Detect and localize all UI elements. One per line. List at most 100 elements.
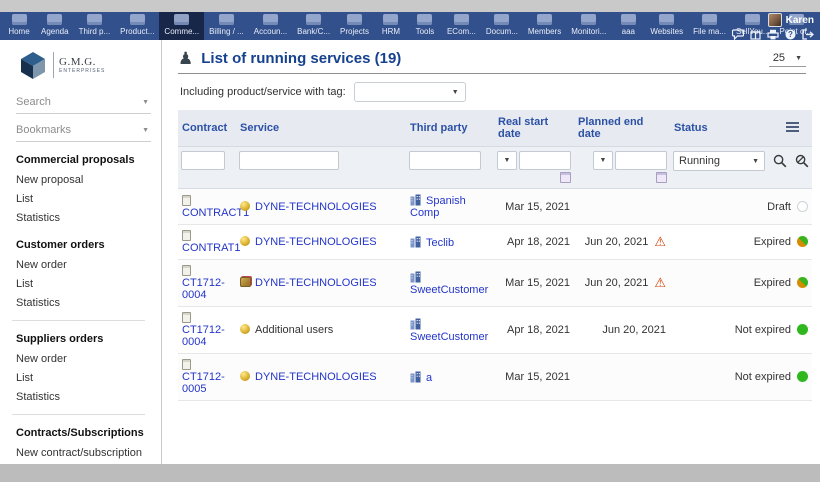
tag-filter-select[interactable]: ▼ xyxy=(354,82,466,102)
menu-documents[interactable]: Docum... xyxy=(481,12,523,40)
menu-products[interactable]: Product... xyxy=(115,12,159,40)
svg-text:?: ? xyxy=(788,30,793,39)
sidebar-item-orders-statistics[interactable]: Statistics xyxy=(16,293,151,312)
column-selector-icon[interactable] xyxy=(786,122,799,132)
window-bottom-strip xyxy=(0,464,820,482)
warning-icon: ⚠ xyxy=(654,275,666,290)
menu-commerce[interactable]: Comme... xyxy=(159,12,204,40)
contract-icon xyxy=(182,312,191,323)
user-name[interactable]: Karen xyxy=(786,15,814,26)
gift-icon[interactable] xyxy=(750,29,761,40)
company-subname: ENTERPRISES xyxy=(59,68,105,74)
start-date-filter-input[interactable] xyxy=(519,151,571,170)
sidebar-item-orders-list[interactable]: List xyxy=(16,274,151,293)
service-link[interactable]: DYNE-TECHNOLOGIES xyxy=(255,236,377,248)
col-header-planned-end-date[interactable]: Planned end date xyxy=(574,110,670,147)
tools-icon xyxy=(417,14,432,25)
contract-link[interactable]: CT1712-0004 xyxy=(182,324,225,348)
file-manager-icon xyxy=(702,14,717,25)
menu-agenda[interactable]: Agenda xyxy=(36,12,74,40)
menu-home[interactable]: Home xyxy=(2,12,36,40)
status-dot-expired xyxy=(797,236,808,247)
col-header-service[interactable]: Service xyxy=(236,110,406,147)
menu-billing[interactable]: Billing / ... xyxy=(204,12,249,40)
service-name: Additional users xyxy=(255,324,333,336)
section-suppliers-orders: Suppliers orders xyxy=(16,333,151,345)
sidebar-item-new-proposal[interactable]: New proposal xyxy=(16,170,151,189)
sidebar-divider xyxy=(12,414,145,415)
service-link[interactable]: DYNE-TECHNOLOGIES xyxy=(255,201,377,213)
clear-filters-icon[interactable] xyxy=(795,154,809,168)
menu-third-parties[interactable]: Third p... xyxy=(74,12,116,40)
menu-projects[interactable]: Projects xyxy=(335,12,374,40)
sidebar-item-proposals-statistics[interactable]: Statistics xyxy=(16,208,151,227)
sidebar-bookmarks-dropdown[interactable]: Bookmarks ▼ xyxy=(16,118,151,142)
menu-bank[interactable]: Bank/C... xyxy=(292,12,335,40)
table-row: CONTRAT1 DYNE-TECHNOLOGIES Teclib Apr 18… xyxy=(178,225,812,260)
menu-members[interactable]: Members xyxy=(523,12,566,40)
sidebar-item-supplier-orders-list[interactable]: List xyxy=(16,368,151,387)
avatar[interactable] xyxy=(768,13,782,27)
page-size-select[interactable]: 25 ▼ xyxy=(769,50,806,67)
menu-monitoring[interactable]: Monitori... xyxy=(566,12,611,40)
end-date-filter-input[interactable] xyxy=(615,151,667,170)
menu-accountancy[interactable]: Accoun... xyxy=(249,12,292,40)
company-icon xyxy=(410,318,422,330)
menu-hrm[interactable]: HRM xyxy=(374,12,408,40)
col-header-status[interactable]: Status xyxy=(670,110,782,147)
service-icon xyxy=(240,236,250,246)
sidebar-item-new-contract[interactable]: New contract/subscription xyxy=(16,443,151,462)
status-label: Draft xyxy=(767,201,791,213)
service-link[interactable]: DYNE-TECHNOLOGIES xyxy=(255,277,377,289)
home-icon xyxy=(12,14,27,25)
company-name: G.M.G. xyxy=(59,56,105,68)
sidebar-item-new-order[interactable]: New order xyxy=(16,255,151,274)
col-header-third-party[interactable]: Third party xyxy=(406,110,494,147)
help-icon[interactable]: ? xyxy=(785,29,796,40)
module-icon xyxy=(621,14,636,25)
company-logo[interactable]: G.M.G. ENTERPRISES xyxy=(18,50,151,80)
menu-websites[interactable]: Websites xyxy=(645,12,688,40)
sidebar-item-proposals-list[interactable]: List xyxy=(16,189,151,208)
menu-ecommerce[interactable]: ECom... xyxy=(442,12,481,40)
contract-icon xyxy=(182,230,191,241)
sidebar-item-new-supplier-order[interactable]: New order xyxy=(16,349,151,368)
print-icon[interactable] xyxy=(767,29,779,40)
commerce-icon xyxy=(174,14,189,25)
menu-file-manager[interactable]: File ma... xyxy=(688,12,731,40)
status-filter-select[interactable]: Running ▼ xyxy=(673,151,765,171)
tag-filter-label: Including product/service with tag: xyxy=(180,86,346,98)
sidebar-search-dropdown[interactable]: Search ▼ xyxy=(16,90,151,114)
service-filter-input[interactable] xyxy=(239,151,339,170)
chevron-down-icon: ▼ xyxy=(452,89,459,96)
status-dot-not-expired xyxy=(797,324,808,335)
service-link[interactable]: DYNE-TECHNOLOGIES xyxy=(255,371,377,383)
end-date-operator-select[interactable]: ▼ xyxy=(593,151,613,170)
third-party-filter-input[interactable] xyxy=(409,151,481,170)
contract-link[interactable]: CONTRAT1 xyxy=(182,242,240,254)
menu-aaa[interactable]: aaa xyxy=(611,12,645,40)
sidebar-item-supplier-orders-statistics[interactable]: Statistics xyxy=(16,387,151,406)
third-party-link[interactable]: Teclib xyxy=(426,237,454,249)
third-parties-icon xyxy=(87,14,102,25)
calendar-icon[interactable] xyxy=(656,172,667,183)
third-party-link[interactable]: a xyxy=(426,372,432,384)
col-header-contract[interactable]: Contract xyxy=(178,110,236,147)
third-party-link[interactable]: SweetCustomer xyxy=(410,284,488,296)
chat-icon[interactable] xyxy=(732,29,744,40)
search-icon[interactable] xyxy=(773,154,787,168)
chevron-down-icon: ▼ xyxy=(600,157,607,164)
calendar-icon[interactable] xyxy=(560,172,571,183)
contract-link[interactable]: CT1712-0005 xyxy=(182,371,225,395)
third-party-link[interactable]: SweetCustomer xyxy=(410,331,488,343)
contract-filter-input[interactable] xyxy=(181,151,225,170)
menu-tools[interactable]: Tools xyxy=(408,12,442,40)
bank-icon xyxy=(306,14,321,25)
logout-icon[interactable] xyxy=(802,29,814,40)
contract-link[interactable]: CT1712-0004 xyxy=(182,277,225,301)
company-icon xyxy=(410,271,422,283)
bookmarks-label: Bookmarks xyxy=(16,124,71,136)
start-date-operator-select[interactable]: ▼ xyxy=(497,151,517,170)
col-header-real-start-date[interactable]: Real start date xyxy=(494,110,574,147)
user-area: Karen ? xyxy=(732,13,814,40)
